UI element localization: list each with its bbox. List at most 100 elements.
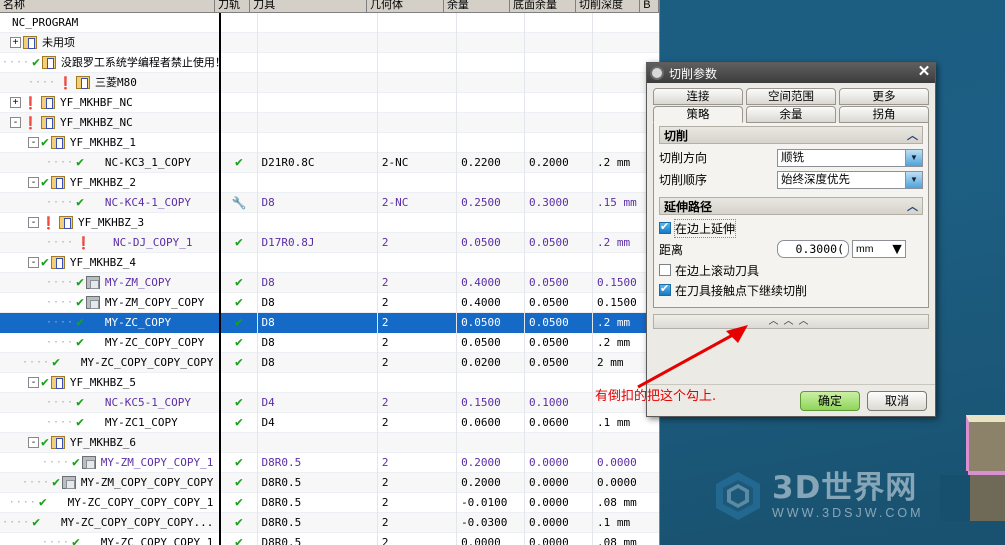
row-name-cell[interactable]: ···· ✔ NC-KC3_1_COPY xyxy=(0,152,222,173)
expand-icon[interactable]: + xyxy=(10,97,21,108)
table-row[interactable]: + 未用项 xyxy=(0,32,659,53)
row-name-cell[interactable]: - ❗ YF_MKHBZ_NC xyxy=(0,112,222,133)
row-name-cell[interactable]: ···· ✔ 没跟罗工系统学编程者禁止使用！ xyxy=(0,52,222,73)
cut-direction-select[interactable]: 顺铣 ▼ xyxy=(777,148,923,167)
tab-row1-0[interactable]: 连接 xyxy=(653,88,743,105)
column-header-floor[interactable]: 底面余量 xyxy=(509,0,576,12)
row-name-cell[interactable]: ···· ✔ MY-ZC_COPY_COPY xyxy=(0,332,222,353)
column-header-tool[interactable]: 刀具 xyxy=(250,0,368,12)
cut-order-select[interactable]: 始终深度优先 ▼ xyxy=(777,170,923,189)
chevron-up-icon[interactable]: ︿ xyxy=(907,127,918,143)
collapse-icon[interactable]: - xyxy=(10,117,21,128)
column-header-extra[interactable]: B xyxy=(640,0,659,12)
table-row[interactable]: ···· ✔ MY-ZC1_COPY ✔ D4 2 0.0600 0.0600.1 mm xyxy=(0,412,659,433)
row-name-cell[interactable]: ···· ✔ MY-ZC_COPY xyxy=(0,312,222,333)
row-name-cell[interactable]: + 未用项 xyxy=(0,32,222,53)
row-name-cell[interactable]: ···· ✔ MY-ZC_COPY_COPY_COPY_1 xyxy=(0,492,222,513)
row-name-cell[interactable]: - ✔ YF_MKHBZ_1 xyxy=(0,132,222,153)
table-row[interactable]: ···· ✔ MY-ZM_COPY_COPY_1 ✔ D8R0.5 2 0.2000 0.00… xyxy=(0,452,659,473)
row-name-cell[interactable]: ···· ✔ NC-KC4-1_COPY xyxy=(0,192,222,213)
distance-unit-select[interactable]: mm ▼ xyxy=(852,240,906,258)
chevron-down-icon[interactable]: ▼ xyxy=(905,171,922,188)
roll-tool-on-edge-checkbox[interactable] xyxy=(659,264,671,276)
row-name-cell[interactable]: ···· ❗ 三菱M80 xyxy=(0,72,222,93)
table-row[interactable]: ···· ✔ MY-ZM_COPY_COPY ✔ D8 2 0.4000 0.0500 0.15… xyxy=(0,292,659,313)
table-row[interactable]: ···· ✔ NC-KC5-1_COPY ✔ D4 2 0.1500 0.1000 xyxy=(0,392,659,413)
table-row[interactable]: - ✔ YF_MKHBZ_2 xyxy=(0,172,659,193)
row-name-cell[interactable]: ···· ✔ MY-ZM_COPY_COPY_1 xyxy=(0,452,222,473)
table-row[interactable]: + ❗ YF_MKHBF_NC xyxy=(0,92,659,113)
table-row[interactable]: ···· ✔ MY-ZC_COPY_COPY ✔ D8 2 0.0500 0.0500.2 m… xyxy=(0,332,659,353)
cut-below-contact-row[interactable]: 在刀具接触点下继续切削 xyxy=(659,281,923,299)
row-name-cell[interactable]: ···· ✔ MY-ZC_COPY_COPY_COPY xyxy=(0,352,222,373)
table-row[interactable]: ···· ❗ NC-DJ_COPY_1 ✔ D17R0.8J 2 0.0500 0.0500.… xyxy=(0,232,659,253)
row-name-cell[interactable]: ···· ✔ MY-ZC COPY COPY 1 xyxy=(0,532,222,545)
row-name-cell[interactable]: ···· ✔ MY-ZC_COPY_COPY_COPY... xyxy=(0,512,222,533)
collapse-icon[interactable]: - xyxy=(28,137,39,148)
collapse-icon[interactable]: - xyxy=(28,257,39,268)
section-extend-header[interactable]: 延伸路径 ︿ xyxy=(659,197,923,215)
row-name-cell[interactable]: - ✔ YF_MKHBZ_6 xyxy=(0,432,222,453)
table-row[interactable]: ···· ✔ MY-ZC_COPY_COPY_COPY ✔ D8 2 0.0200 0.050… xyxy=(0,352,659,373)
table-row[interactable]: - ✔ YF_MKHBZ_4 xyxy=(0,252,659,273)
table-row[interactable]: ···· ✔ MY-ZC_COPY ✔ D8 2 0.0500 0.0500.2 mm xyxy=(0,312,659,333)
chevron-up-icon[interactable]: ︿ xyxy=(907,198,918,214)
collapse-icon[interactable]: - xyxy=(28,217,39,228)
dialog-titlebar[interactable]: 切削参数 ✕ xyxy=(647,63,935,83)
extend-on-edge-checkbox[interactable] xyxy=(659,220,671,234)
roll-tool-on-edge-row[interactable]: 在边上滚动刀具 xyxy=(659,261,923,279)
dialog-tabs-row-1[interactable]: 连接 空间范围 更多 xyxy=(653,88,929,105)
operation-list[interactable]: NC_PROGRAM + 未用项 ···· ✔ 没跟罗工系统学编程者禁止使用！ ···· ❗ 三… xyxy=(0,12,659,545)
table-row[interactable]: ···· ✔ NC-KC4-1_COPY 🔧 D8 2-NC 0.2500 0.3000.15… xyxy=(0,192,659,213)
chevron-down-icon[interactable]: ▼ xyxy=(905,149,922,166)
collapse-icon[interactable]: - xyxy=(28,377,39,388)
row-name-cell[interactable]: - ✔ YF_MKHBZ_5 xyxy=(0,372,222,393)
cancel-button[interactable]: 取消 xyxy=(867,390,927,411)
operation-navigator[interactable]: 名称 刀轨 刀具 几何体 余量 底面余量 切削深度 B NC_PROGRAM + 未用项 ···· ✔… xyxy=(0,0,660,545)
row-name-cell[interactable]: - ✔ YF_MKHBZ_4 xyxy=(0,252,222,273)
table-row[interactable]: ···· ✔ MY-ZM_COPY_COPY_COPY ✔ D8R0.5 2 0.2000 0… xyxy=(0,472,659,493)
collapse-icon[interactable]: - xyxy=(28,437,39,448)
tab-row2-2[interactable]: 拐角 xyxy=(839,106,929,123)
collapse-icon[interactable]: - xyxy=(28,177,39,188)
table-row[interactable]: - ❗ YF_MKHBZ_NC xyxy=(0,112,659,133)
table-row[interactable]: ···· ✔ MY-ZC_COPY_COPY_COPY_1 ✔ D8R0.5 2 -0.01… xyxy=(0,492,659,513)
tab-row1-1[interactable]: 空间范围 xyxy=(746,88,836,105)
tab-row2-0[interactable]: 策略 xyxy=(653,106,743,123)
extend-on-edge-row[interactable]: 在边上延伸 xyxy=(659,218,923,238)
cut-below-contact-checkbox[interactable] xyxy=(659,282,671,296)
column-header-geo[interactable]: 几何体 xyxy=(367,0,444,12)
row-name-cell[interactable]: - ❗ YF_MKHBZ_3 xyxy=(0,212,222,233)
table-row[interactable]: - ✔ YF_MKHBZ_1 xyxy=(0,132,659,153)
column-header-depth[interactable]: 切削深度 xyxy=(576,0,641,12)
table-row[interactable]: ···· ✔ MY-ZM_COPY ✔ D8 2 0.4000 0.0500 0.1500 xyxy=(0,272,659,293)
row-name-cell[interactable]: ···· ✔ MY-ZC1_COPY xyxy=(0,412,222,433)
table-row[interactable]: ···· ✔ 没跟罗工系统学编程者禁止使用！ xyxy=(0,52,659,73)
table-row[interactable]: ···· ✔ NC-KC3_1_COPY ✔ D21R0.8C 2-NC 0.2200 0.2… xyxy=(0,152,659,173)
row-name-cell[interactable]: ···· ✔ MY-ZM_COPY xyxy=(0,272,222,293)
row-name-cell[interactable]: - ✔ YF_MKHBZ_2 xyxy=(0,172,222,193)
row-name-cell[interactable]: NC_PROGRAM xyxy=(0,12,222,33)
tab-row2-1[interactable]: 余量 xyxy=(746,106,836,123)
dialog-tabs-row-2[interactable]: 策略 余量 拐角 xyxy=(653,106,929,123)
row-name-cell[interactable]: + ❗ YF_MKHBF_NC xyxy=(0,92,222,113)
expand-icon[interactable]: + xyxy=(10,37,21,48)
chevron-down-icon[interactable]: ▼ xyxy=(889,241,905,258)
distance-input[interactable]: 0.3000( xyxy=(777,240,849,258)
row-name-cell[interactable]: ···· ✔ MY-ZM_COPY_COPY_COPY xyxy=(0,472,222,493)
tab-row1-2[interactable]: 更多 xyxy=(839,88,929,105)
table-row[interactable]: - ❗ YF_MKHBZ_3 xyxy=(0,212,659,233)
table-row[interactable]: ···· ✔ MY-ZC COPY COPY 1 ✔ D8R0.5 2 0.0000 0.00… xyxy=(0,532,659,545)
row-name-cell[interactable]: ···· ✔ NC-KC5-1_COPY xyxy=(0,392,222,413)
close-icon[interactable]: ✕ xyxy=(915,64,933,81)
row-name-cell[interactable]: ···· ❗ NC-DJ_COPY_1 xyxy=(0,232,222,253)
table-row[interactable]: NC_PROGRAM xyxy=(0,12,659,33)
column-header-stock[interactable]: 余量 xyxy=(443,0,510,12)
column-header-name[interactable]: 名称 xyxy=(0,0,215,12)
table-row[interactable]: ···· ❗ 三菱M80 xyxy=(0,72,659,93)
table-row[interactable]: - ✔ YF_MKHBZ_5 xyxy=(0,372,659,393)
section-cutting-header[interactable]: 切削 ︿ xyxy=(659,126,923,144)
table-row[interactable]: ···· ✔ MY-ZC_COPY_COPY_COPY... ✔ D8R0.5 2 -0.0… xyxy=(0,512,659,533)
column-header-path[interactable]: 刀轨 xyxy=(214,0,251,12)
ok-button[interactable]: 确定 xyxy=(800,390,860,411)
